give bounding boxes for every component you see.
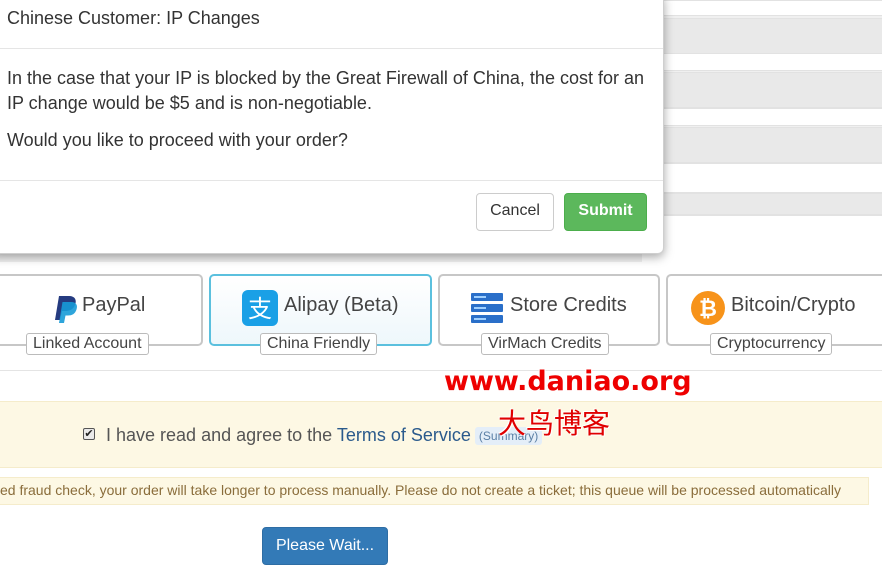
please-wait-button[interactable]: Please Wait... bbox=[262, 527, 388, 565]
background-row bbox=[642, 53, 882, 71]
watermark-url: www.daniao.org bbox=[444, 366, 692, 397]
background-row bbox=[642, 18, 882, 54]
bitcoin-icon: ₿ bbox=[690, 290, 726, 326]
paypal-icon bbox=[45, 290, 81, 326]
payment-option-name: Bitcoin/Crypto bbox=[731, 294, 856, 316]
terms-checkbox[interactable]: ✔ bbox=[83, 428, 95, 440]
payment-option-tag: VirMach Credits bbox=[481, 333, 609, 355]
ip-change-modal: Chinese Customer: IP Changes In the case… bbox=[0, 0, 664, 254]
payment-option-paypal[interactable]: PayPal Linked Account bbox=[0, 274, 203, 355]
svg-text:支: 支 bbox=[248, 295, 272, 323]
background-row bbox=[642, 193, 882, 215]
terms-of-service-link[interactable]: Terms of Service bbox=[337, 425, 471, 445]
payment-method-selector: PayPal Linked Account 支 Alipay (Beta) Ch… bbox=[0, 262, 882, 371]
background-row bbox=[642, 72, 882, 108]
payment-option-tag: Cryptocurrency bbox=[710, 333, 833, 355]
cancel-button[interactable]: Cancel bbox=[476, 193, 554, 231]
background-row bbox=[642, 108, 882, 126]
svg-text:₿: ₿ bbox=[699, 297, 717, 322]
terms-text: I have read and agree to the bbox=[106, 425, 337, 445]
submit-button[interactable]: Submit bbox=[564, 193, 647, 231]
fraud-check-notice: ed fraud check, your order will take lon… bbox=[0, 477, 869, 505]
payment-option-tag: China Friendly bbox=[260, 333, 378, 355]
notice-text: ed fraud check, your order will take lon… bbox=[0, 482, 841, 498]
payment-option-alipay[interactable]: 支 Alipay (Beta) China Friendly bbox=[209, 274, 432, 355]
store-credits-icon bbox=[469, 290, 505, 326]
payment-option-bitcoin[interactable]: ₿ Bitcoin/Crypto Cryptocurrency bbox=[666, 274, 882, 355]
payment-option-tag: Linked Account bbox=[26, 333, 149, 355]
checkout-page: PayPal Linked Account 支 Alipay (Beta) Ch… bbox=[0, 0, 882, 568]
payment-option-store-credits[interactable]: Store Credits VirMach Credits bbox=[438, 274, 660, 355]
modal-body-question: Would you like to proceed with your orde… bbox=[7, 130, 348, 150]
watermark-site-name: 大鸟博客 bbox=[498, 407, 611, 440]
background-row bbox=[642, 215, 882, 263]
alipay-icon: 支 bbox=[242, 290, 278, 326]
modal-title: Chinese Customer: IP Changes bbox=[7, 8, 260, 28]
modal-body-paragraph: In the case that your IP is blocked by t… bbox=[7, 68, 644, 113]
background-row bbox=[642, 163, 882, 193]
background-row bbox=[642, 0, 882, 16]
payment-option-name: PayPal bbox=[82, 294, 146, 316]
modal-header: Chinese Customer: IP Changes bbox=[0, 0, 663, 49]
background-row bbox=[642, 127, 882, 163]
modal-footer: Cancel Submit bbox=[0, 180, 663, 253]
payment-option-name: Alipay (Beta) bbox=[284, 294, 399, 316]
terms-agreement: ✔ I have read and agree to the Terms of … bbox=[0, 401, 882, 468]
terms-label: I have read and agree to the Terms of Se… bbox=[106, 425, 543, 446]
payment-option-name: Store Credits bbox=[510, 294, 627, 316]
